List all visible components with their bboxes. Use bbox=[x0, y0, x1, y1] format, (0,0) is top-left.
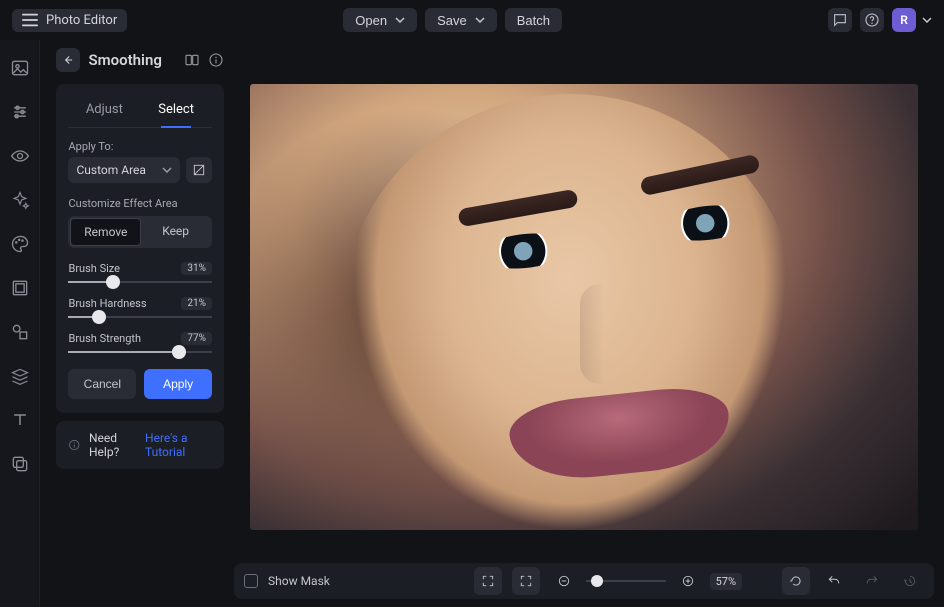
history-button[interactable] bbox=[896, 567, 924, 595]
chevron-down-icon bbox=[162, 167, 172, 173]
redo-button[interactable] bbox=[858, 567, 886, 595]
redo-icon bbox=[864, 574, 880, 588]
avatar-letter: R bbox=[900, 13, 908, 27]
zoom-in-button[interactable] bbox=[674, 567, 702, 595]
brush-hardness-label: Brush Hardness bbox=[68, 297, 146, 310]
tab-select[interactable]: Select bbox=[140, 96, 212, 127]
segment-keep[interactable]: Keep bbox=[141, 218, 210, 246]
comment-icon bbox=[832, 12, 848, 28]
info-icon bbox=[208, 52, 224, 68]
minus-icon bbox=[557, 574, 571, 588]
info-icon bbox=[68, 437, 81, 453]
info-button[interactable] bbox=[208, 52, 224, 68]
compare-icon bbox=[184, 52, 200, 68]
left-toolbar bbox=[0, 40, 40, 607]
app-menu[interactable]: Photo Editor bbox=[12, 9, 127, 32]
canvas-image[interactable] bbox=[250, 84, 918, 530]
revert-icon bbox=[789, 574, 803, 588]
help-card: Need Help? Here's a Tutorial bbox=[56, 421, 224, 469]
apply-to-label: Apply To: bbox=[68, 140, 212, 153]
open-button[interactable]: Open bbox=[343, 8, 417, 32]
brush-strength-label: Brush Strength bbox=[68, 332, 141, 345]
batch-label: Batch bbox=[517, 13, 550, 28]
effect-mode-segment: Remove Keep bbox=[68, 216, 212, 248]
undo-icon bbox=[826, 574, 842, 588]
tool-sparkle-icon[interactable] bbox=[8, 188, 32, 212]
tool-image-icon[interactable] bbox=[8, 56, 32, 80]
tool-layers-icon[interactable] bbox=[8, 364, 32, 388]
apply-button[interactable]: Apply bbox=[144, 369, 212, 399]
chevron-down-icon bbox=[395, 17, 405, 23]
slider-knob[interactable] bbox=[106, 275, 120, 289]
apply-to-value: Custom Area bbox=[76, 163, 145, 177]
tool-text-icon[interactable] bbox=[8, 408, 32, 432]
fullscreen-button[interactable] bbox=[474, 567, 502, 595]
slider-knob[interactable] bbox=[92, 310, 106, 324]
mask-edit-icon bbox=[192, 163, 206, 177]
tool-color-icon[interactable] bbox=[8, 232, 32, 256]
brush-hardness-value[interactable]: 21% bbox=[181, 297, 212, 310]
effect-area-label: Customize Effect Area bbox=[68, 197, 212, 210]
help-button[interactable] bbox=[860, 8, 884, 32]
brush-strength-value[interactable]: 77% bbox=[181, 332, 212, 345]
chevron-down-icon bbox=[475, 17, 485, 23]
panel-title: Smoothing bbox=[88, 51, 176, 69]
show-mask-checkbox[interactable] bbox=[244, 574, 258, 588]
help-icon bbox=[864, 12, 880, 28]
zoom-knob[interactable] bbox=[591, 575, 603, 587]
brush-size-label: Brush Size bbox=[68, 262, 120, 275]
plus-icon bbox=[681, 574, 695, 588]
fit-icon bbox=[519, 574, 533, 588]
brush-strength-slider[interactable] bbox=[68, 351, 212, 353]
compare-button[interactable] bbox=[184, 52, 200, 68]
save-label: Save bbox=[437, 13, 467, 28]
save-button[interactable]: Save bbox=[425, 8, 497, 32]
back-button[interactable] bbox=[56, 48, 80, 72]
brush-size-slider[interactable] bbox=[68, 281, 212, 283]
fullscreen-icon bbox=[481, 574, 495, 588]
tool-frame-icon[interactable] bbox=[8, 276, 32, 300]
revert-button[interactable] bbox=[782, 567, 810, 595]
tool-duplicate-icon[interactable] bbox=[8, 452, 32, 476]
cancel-button[interactable]: Cancel bbox=[68, 369, 136, 399]
zoom-value[interactable]: 57% bbox=[710, 573, 742, 590]
help-text: Need Help? bbox=[89, 431, 137, 459]
tool-eye-icon[interactable] bbox=[8, 144, 32, 168]
tool-adjust-icon[interactable] bbox=[8, 100, 32, 124]
zoom-slider[interactable] bbox=[586, 580, 666, 582]
tab-adjust[interactable]: Adjust bbox=[68, 96, 140, 127]
batch-button[interactable]: Batch bbox=[505, 8, 562, 32]
slider-knob[interactable] bbox=[172, 345, 186, 359]
apply-to-select[interactable]: Custom Area bbox=[68, 157, 180, 183]
history-icon bbox=[903, 574, 917, 588]
menu-icon bbox=[22, 13, 38, 27]
tutorial-link[interactable]: Here's a Tutorial bbox=[145, 431, 212, 459]
account-chevron-down-icon[interactable] bbox=[922, 17, 932, 23]
slider-fill bbox=[68, 351, 179, 353]
zoom-out-button[interactable] bbox=[550, 567, 578, 595]
tool-shapes-icon[interactable] bbox=[8, 320, 32, 344]
user-avatar[interactable]: R bbox=[892, 8, 916, 32]
mask-edit-button[interactable] bbox=[186, 157, 212, 183]
fit-screen-button[interactable] bbox=[512, 567, 540, 595]
brush-hardness-slider[interactable] bbox=[68, 316, 212, 318]
arrow-left-icon bbox=[61, 53, 75, 67]
comments-button[interactable] bbox=[828, 8, 852, 32]
open-label: Open bbox=[355, 13, 387, 28]
app-name: Photo Editor bbox=[46, 13, 117, 28]
undo-button[interactable] bbox=[820, 567, 848, 595]
brush-size-value[interactable]: 31% bbox=[181, 262, 212, 275]
segment-remove[interactable]: Remove bbox=[70, 218, 141, 246]
show-mask-label: Show Mask bbox=[268, 574, 330, 588]
